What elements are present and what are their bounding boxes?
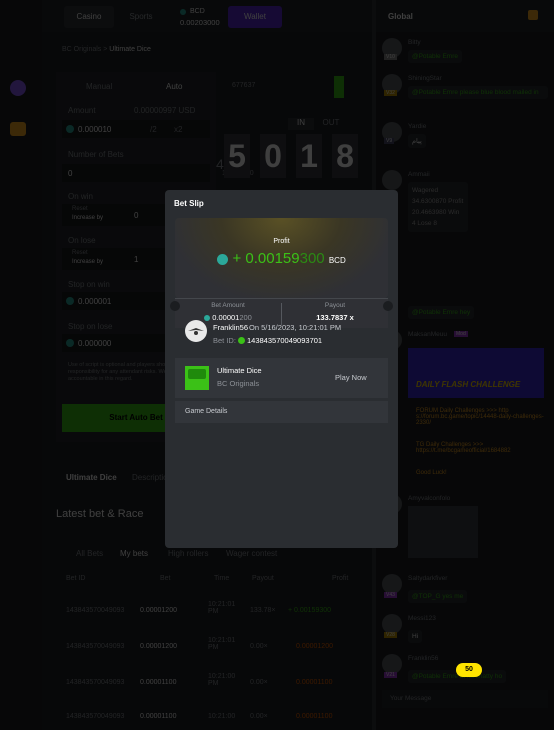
- bcd-coin-icon: [217, 253, 229, 265]
- bet-id-label: Bet ID:: [213, 336, 236, 345]
- profit-tail: 300: [299, 250, 325, 267]
- game-details-button[interactable]: Game Details: [175, 401, 388, 423]
- bet-amount-label: Bet Amount: [211, 302, 245, 309]
- player-username[interactable]: Franklin56: [213, 323, 248, 332]
- profit-prefix: +: [232, 250, 242, 267]
- game-thumbnail[interactable]: [185, 366, 209, 390]
- bet-slip-modal: Bet Slip Profit + 0.00159300 BCD Bet Amo…: [165, 190, 398, 548]
- game-name[interactable]: Ultimate Dice: [217, 366, 262, 375]
- bcd-coin-icon: [238, 337, 245, 344]
- ticket-notch-left: [170, 301, 180, 311]
- ticket-notch-right: [383, 301, 393, 311]
- modal-title: Bet Slip: [174, 199, 204, 208]
- bet-date: On 5/16/2023, 10:21:01 PM: [249, 323, 342, 332]
- eagle-icon: [188, 328, 204, 335]
- profit-main: 0.00159: [245, 250, 300, 267]
- profit-currency: BCD: [328, 256, 346, 265]
- profit-card: Profit + 0.00159300 BCD: [175, 218, 388, 298]
- payout-label: Payout: [324, 302, 346, 309]
- play-now-button[interactable]: Play Now: [335, 373, 367, 382]
- avatar[interactable]: [185, 320, 207, 342]
- game-thumbnail-art: [188, 369, 206, 379]
- unread-badge[interactable]: 50: [456, 663, 482, 677]
- game-provider: BC Originals: [217, 379, 260, 388]
- bet-id-value[interactable]: 143843570049093701: [247, 336, 322, 345]
- game-row: Ultimate Dice BC Originals Play Now: [175, 358, 388, 398]
- profit-label: Profit: [273, 238, 290, 245]
- profit-value: + 0.00159300 BCD: [175, 250, 388, 267]
- game-details-label: Game Details: [185, 408, 228, 415]
- player-row: Franklin56 On 5/16/2023, 10:21:01 PM Bet…: [185, 320, 385, 348]
